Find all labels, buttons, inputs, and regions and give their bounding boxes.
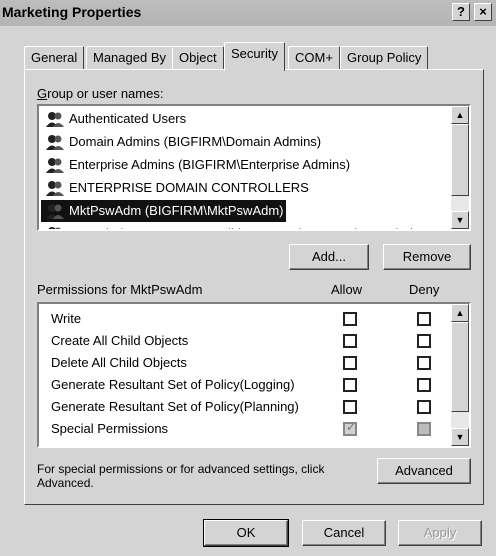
user-group-icon: [45, 226, 65, 229]
user-group-icon: [45, 157, 65, 173]
perm-scroll-up-button[interactable]: ▲: [451, 304, 469, 322]
permission-row: Special Permissions ✓: [41, 418, 441, 440]
deny-checkbox[interactable]: [417, 378, 431, 392]
group-list-item[interactable]: Pre-Windows 2000 Compatible Access (BIGF…: [41, 223, 438, 229]
group-names-label-rest: roup or user names:: [47, 86, 164, 101]
deny-checkbox[interactable]: [417, 422, 431, 436]
user-group-icon: [45, 111, 65, 127]
group-list-item[interactable]: Enterprise Admins (BIGFIRM\Enterprise Ad…: [41, 154, 352, 176]
permission-name: Delete All Child Objects: [51, 355, 187, 370]
cancel-button-label: Cancel: [323, 525, 365, 540]
group-list-item-label: ENTERPRISE DOMAIN CONTROLLERS: [69, 180, 309, 195]
permissions-scrollbar[interactable]: ▲ ▼: [451, 304, 469, 446]
group-list-item[interactable]: Authenticated Users: [41, 108, 188, 130]
permission-name: Generate Resultant Set of Policy(Logging…: [51, 377, 295, 392]
allow-checkbox[interactable]: [343, 334, 357, 348]
user-group-icon: [45, 134, 65, 150]
scroll-up-button[interactable]: ▲: [451, 106, 469, 124]
group-list-item-label: Authenticated Users: [69, 111, 187, 126]
ok-button[interactable]: OK: [203, 519, 289, 547]
deny-checkbox[interactable]: [417, 312, 431, 326]
checkmark-icon: ✓: [346, 420, 357, 434]
user-group-icon: [45, 180, 65, 196]
group-names-label: Group or user names:: [37, 86, 164, 101]
allow-header: Allow: [331, 282, 363, 297]
group-list-scrollbar[interactable]: ▲ ▼: [451, 106, 469, 229]
advanced-button[interactable]: Advanced: [377, 458, 471, 484]
group-list-item-label: Pre-Windows 2000 Compatible Access (BIGF…: [69, 226, 436, 229]
deny-checkbox[interactable]: [417, 334, 431, 348]
add-button[interactable]: Add...: [289, 244, 369, 270]
permission-name: Generate Resultant Set of Policy(Plannin…: [51, 399, 299, 414]
group-user-listbox[interactable]: Authenticated Users Domain Admins (BIGFIR…: [37, 104, 471, 231]
perm-scroll-down-button[interactable]: ▼: [451, 428, 469, 446]
advanced-button-label: Advanced: [395, 463, 453, 478]
window-title: Marketing Properties: [2, 4, 142, 20]
advanced-note: For special permissions or for advanced …: [37, 462, 325, 490]
remove-button-label: Remove: [402, 249, 452, 264]
allow-checkbox[interactable]: [343, 312, 357, 326]
tab-managed-by[interactable]: Managed By: [86, 46, 173, 70]
permissions-listbox[interactable]: Write Create All Child Objects Delete All …: [37, 302, 471, 448]
close-button[interactable]: ×: [474, 3, 492, 21]
permission-name: Special Permissions: [51, 421, 169, 436]
deny-checkbox[interactable]: [417, 400, 431, 414]
ok-button-label: OK: [236, 525, 256, 540]
group-list-item-label: Enterprise Admins (BIGFIRM\Enterprise Ad…: [69, 157, 351, 172]
scroll-thumb[interactable]: [451, 124, 469, 196]
group-list-item[interactable]: ENTERPRISE DOMAIN CONTROLLERS: [41, 177, 311, 199]
permission-row: Generate Resultant Set of Policy(Plannin…: [41, 396, 441, 418]
group-list-item-label: Domain Admins (BIGFIRM\Domain Admins): [69, 134, 322, 149]
cancel-button[interactable]: Cancel: [302, 520, 386, 546]
deny-header: Deny: [409, 282, 440, 297]
permission-name: Create All Child Objects: [51, 333, 189, 348]
group-list-item[interactable]: Domain Admins (BIGFIRM\Domain Admins): [41, 131, 323, 153]
allow-checkbox[interactable]: [343, 356, 357, 370]
permission-row: Create All Child Objects: [41, 330, 441, 352]
apply-button[interactable]: Apply: [398, 520, 482, 546]
properties-dialog: Marketing Properties ? × General Managed…: [0, 0, 496, 556]
tab-com-plus[interactable]: COM+: [288, 46, 340, 70]
tab-object[interactable]: Object: [172, 46, 224, 70]
remove-button[interactable]: Remove: [383, 244, 471, 270]
apply-button-label: Apply: [423, 525, 457, 540]
permission-row: Write: [41, 308, 441, 330]
permissions-label: Permissions for MktPswAdm: [37, 282, 203, 297]
group-list-item[interactable]: MktPswAdm (BIGFIRM\MktPswAdm): [41, 200, 286, 222]
allow-checkbox[interactable]: ✓: [343, 420, 357, 436]
allow-checkbox[interactable]: [343, 400, 357, 414]
scroll-down-button[interactable]: ▼: [451, 211, 469, 229]
permission-row: Generate Resultant Set of Policy(Logging…: [41, 374, 441, 396]
security-panel: Group or user names: Authenticated Users…: [24, 69, 484, 505]
help-button[interactable]: ?: [452, 3, 470, 21]
permission-name: Write: [51, 311, 82, 326]
permission-row: Delete All Child Objects: [41, 352, 441, 374]
add-button-label: Add...: [312, 249, 346, 264]
user-group-icon: [45, 203, 65, 219]
tab-security[interactable]: Security: [224, 42, 285, 71]
allow-checkbox[interactable]: [343, 378, 357, 392]
deny-checkbox[interactable]: [417, 356, 431, 370]
perm-scroll-thumb[interactable]: [451, 322, 469, 412]
tab-general[interactable]: General: [24, 46, 85, 70]
title-bar[interactable]: Marketing Properties ? ×: [0, 0, 496, 26]
group-list-item-label: MktPswAdm (BIGFIRM\MktPswAdm): [69, 203, 284, 218]
tab-group-policy[interactable]: Group Policy: [340, 46, 429, 70]
